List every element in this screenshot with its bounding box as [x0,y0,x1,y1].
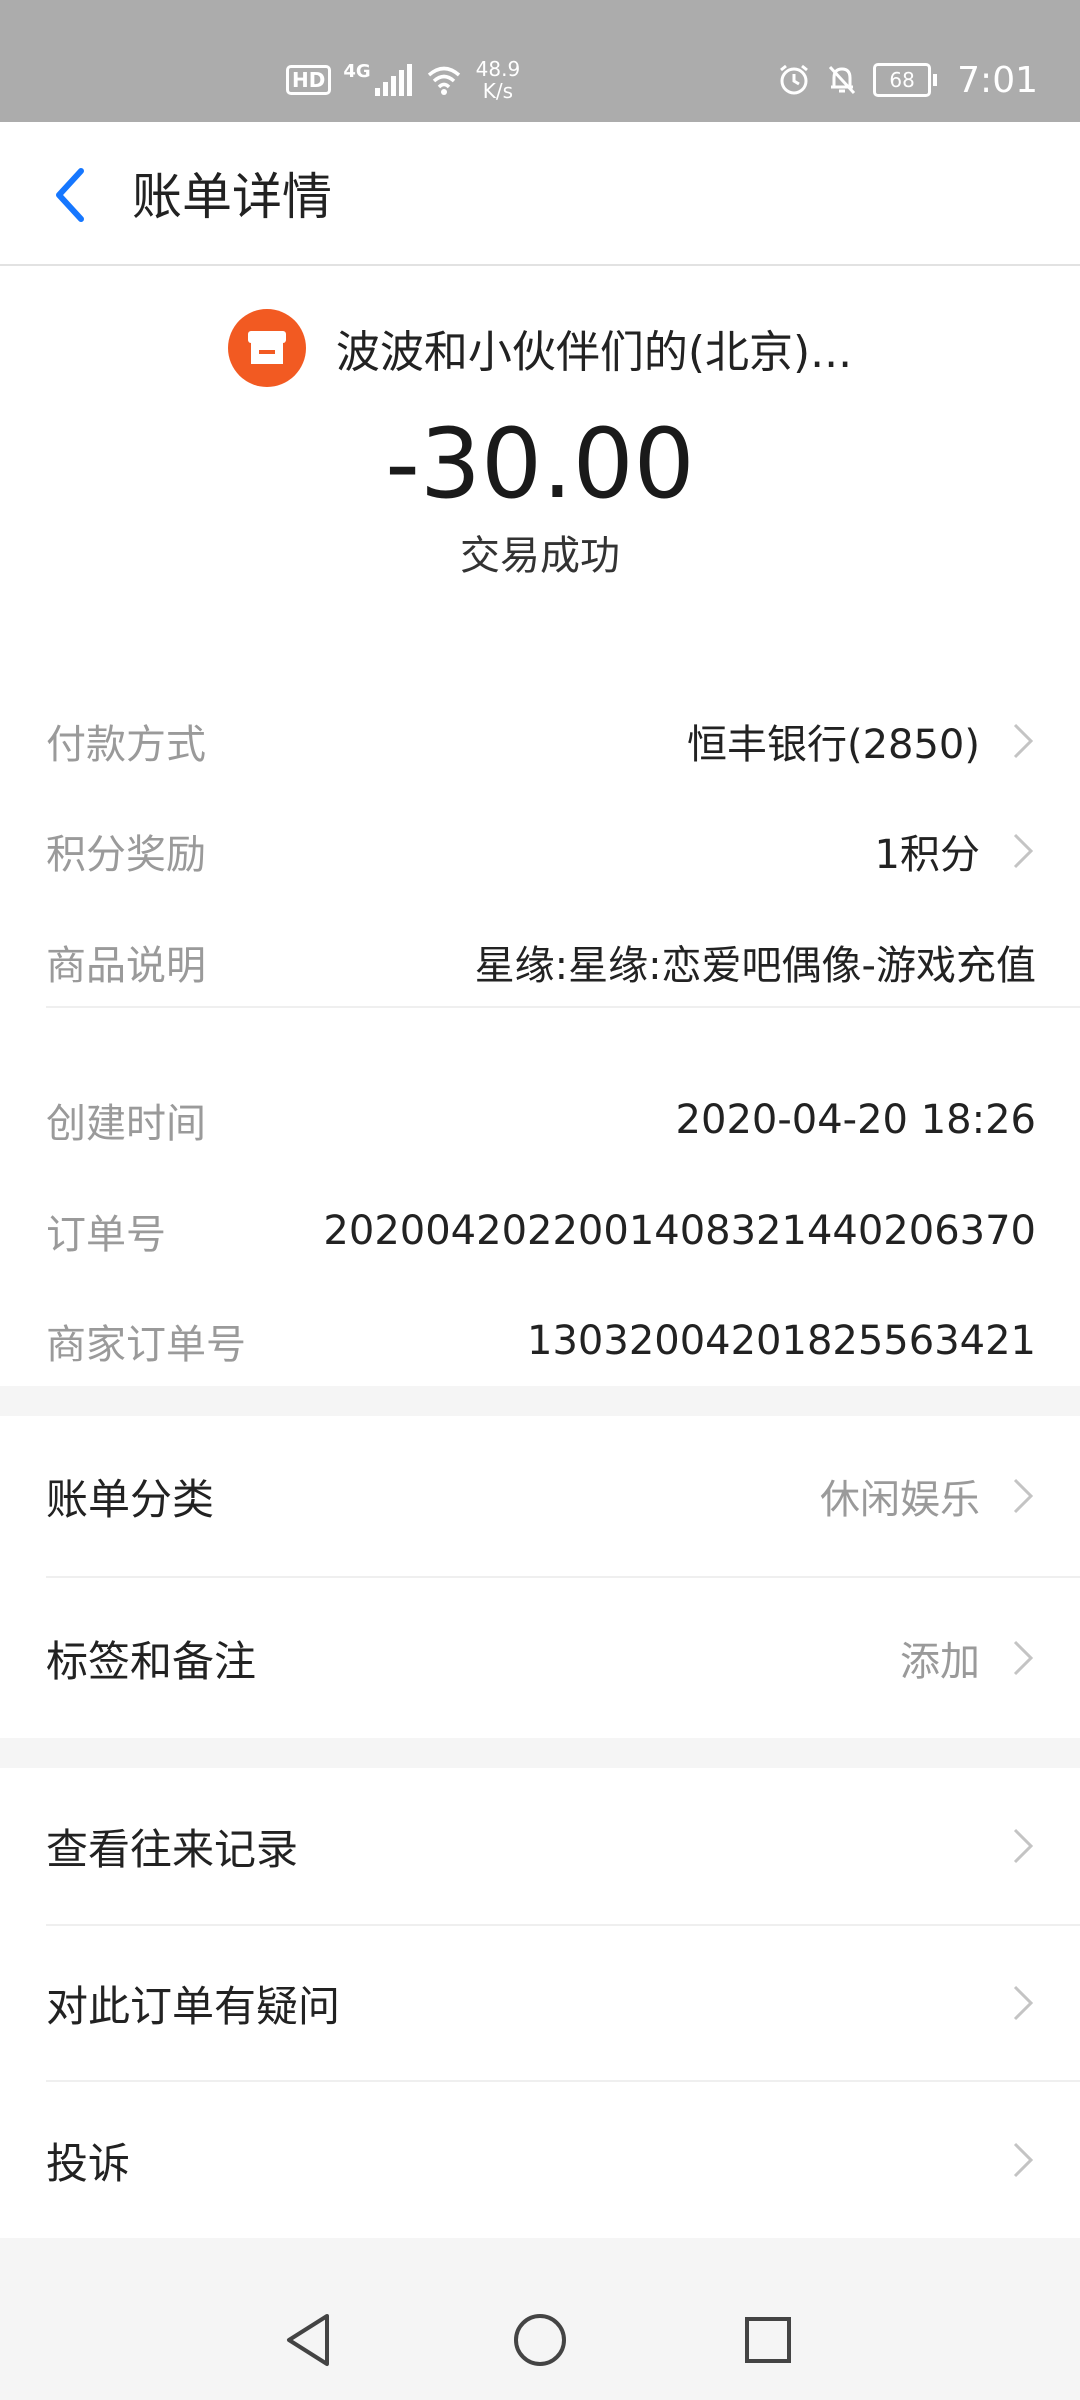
menu-label: 投诉 [46,2138,131,2188]
status-right-group: 68 7:01 [777,52,1038,108]
menu-label: 对此订单有疑问 [46,1981,341,2031]
page-title: 账单详情 [132,168,332,226]
network-type: 4G [343,60,371,82]
nav-back-button[interactable] [276,2308,340,2372]
order-label: 商家订单号 [46,1322,246,1368]
network-speed: 48.9 K/s [476,58,521,102]
menu-label: 账单分类 [46,1474,215,1524]
back-triangle-icon [287,2314,329,2366]
menu-label: 查看往来记录 [46,1824,299,1874]
points-value: 1积分 [874,832,980,878]
mute-bell-icon [829,65,856,95]
product-description-value: 星缘:星缘:恋爱吧偶像-游戏充值 [474,943,1036,989]
system-nav-bar [0,2282,1080,2400]
clock: 7:01 [957,59,1038,101]
detail-row-points[interactable]: 积分奖励 1积分 [46,816,1036,886]
order-number-value: 2020042022001408321440206370 [323,1208,1036,1254]
category-value: 休闲娱乐 [820,1477,980,1523]
view-history-row[interactable]: 查看往来记录 [46,1768,1036,1924]
menu-value: 添加 [900,1629,1036,1687]
created-time-value: 2020-04-20 18:26 [675,1097,1036,1143]
store-icon [227,309,306,387]
signal-icon [374,64,412,96]
chevron-right-icon [1013,1828,1034,1864]
tags-notes-row[interactable]: 标签和备注 添加 [46,1578,1036,1738]
wifi-icon [427,66,460,95]
status-bar: HD 4G 48.9 K/s 68 7:01 [0,0,1080,122]
order-row-created-time: 创建时间 2020-04-20 18:26 [46,1085,1036,1155]
actions-section: 查看往来记录 对此订单有疑问 投诉 [0,1768,1080,2238]
menu-label: 标签和备注 [46,1636,257,1686]
order-question-row[interactable]: 对此订单有疑问 [46,1926,1036,2080]
hd-badge: HD [286,65,332,95]
order-label: 订单号 [46,1212,166,1258]
detail-label: 付款方式 [46,722,206,768]
chevron-right-icon [1013,1640,1034,1676]
detail-value: 恒丰银行(2850) [687,712,1036,770]
bill-summary-card: 波波和小伙伴们的(北京)... -30.00 交易成功 付款方式 恒丰银行(28… [0,266,1080,1386]
bill-category-row[interactable]: 账单分类 休闲娱乐 [46,1416,1036,1576]
transaction-status: 交易成功 [460,533,620,579]
home-circle-icon [514,2314,566,2366]
menu-value: 休闲娱乐 [820,1467,1036,1525]
back-button[interactable] [40,160,100,230]
chevron-right-icon [1013,2142,1034,2178]
chevron-right-icon [1013,1478,1034,1514]
chevron-right-icon [1013,833,1034,869]
category-section: 账单分类 休闲娱乐 标签和备注 添加 [0,1416,1080,1738]
merchant-name: 波波和小伙伴们的(北京)... [335,327,853,378]
detail-value: 1积分 [875,822,1036,880]
recents-square-icon [745,2317,791,2363]
complaint-row[interactable]: 投诉 [46,2082,1036,2238]
order-row-merchant-order-number: 商家订单号 13032004201825563421 [46,1306,1036,1376]
status-center-group: HD 4G 48.9 K/s [286,52,520,108]
battery-icon: 68 [873,63,938,97]
section-gap [0,1386,1080,1416]
nav-home-button[interactable] [508,2308,572,2372]
divider [46,1006,1080,1008]
add-tag-value: 添加 [900,1639,980,1685]
order-row-order-number: 订单号 2020042022001408321440206370 [46,1196,1036,1266]
app-header: 账单详情 [0,122,1080,266]
chevron-left-icon [56,168,84,222]
chevron-right-icon [1013,1985,1034,2021]
battery-level: 68 [873,63,932,97]
alarm-icon [780,64,809,95]
detail-row-product-description: 商品说明 星缘:星缘:恋爱吧偶像-游戏充值 [46,927,1036,997]
payment-method-value: 恒丰银行(2850) [686,722,980,768]
section-gap [0,1738,1080,1768]
detail-label: 积分奖励 [46,832,206,878]
merchant-info[interactable]: 波波和小伙伴们的(北京)... [0,308,1080,388]
merchant-order-number-value: 13032004201825563421 [527,1318,1036,1364]
speed-value: 48.9 [475,57,521,81]
transaction-amount: -30.00 [385,408,695,520]
nav-recents-button[interactable] [736,2308,800,2372]
chevron-right-icon [1013,723,1034,759]
detail-row-payment-method[interactable]: 付款方式 恒丰银行(2850) [46,706,1036,776]
detail-label: 商品说明 [46,943,206,989]
order-label: 创建时间 [46,1101,206,1147]
speed-unit: K/s [482,79,514,103]
